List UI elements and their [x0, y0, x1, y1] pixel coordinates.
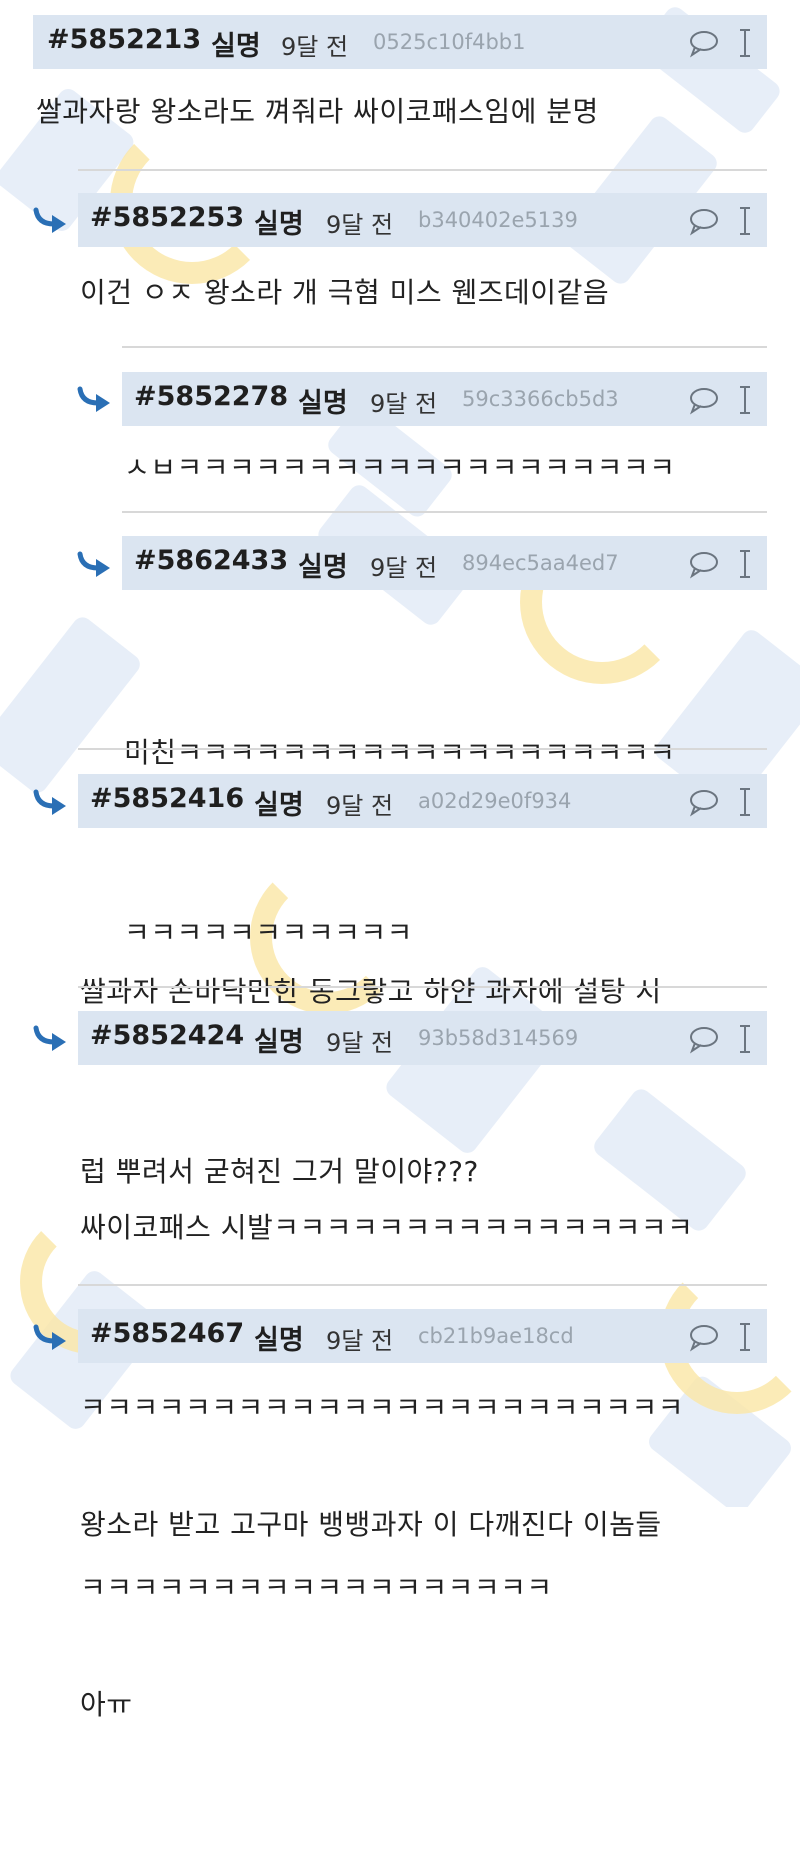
comment-actions [689, 1025, 750, 1054]
reply-arrow-icon [33, 1324, 66, 1350]
comment-actions [689, 386, 750, 415]
comment-hash: cb21b9ae18cd [418, 1324, 574, 1348]
divider [78, 1284, 767, 1286]
comment-author: 실명 [254, 790, 304, 821]
comment-hash: 894ec5aa4ed7 [462, 551, 619, 575]
text-cursor-icon[interactable] [740, 1025, 750, 1053]
comment-number[interactable]: #5862433 [134, 545, 288, 576]
comment-number[interactable]: #5852278 [134, 381, 288, 412]
text-cursor-icon[interactable] [740, 386, 750, 414]
comment-actions [689, 29, 750, 58]
text-cursor-icon[interactable] [740, 1323, 750, 1351]
comment-body: 왕소라 받고 고구마 뱅뱅과자 이 다깨진다 이놈들 아ㅠ [80, 1375, 662, 1855]
comment-number[interactable]: #5852213 [47, 24, 201, 55]
comment-author: 실명 [298, 388, 348, 419]
comment-line: 왕소라 받고 고구마 뱅뱅과자 이 다깨진다 이놈들 [80, 1508, 662, 1541]
reply-arrow-icon [33, 1025, 66, 1051]
comment-author: 실명 [254, 1325, 304, 1356]
comment-hash: 0525c10f4bb1 [373, 30, 526, 54]
comment-line: 쌀과자랑 왕소라도 껴줘라 싸이코패스임에 분명 [36, 95, 599, 128]
text-cursor-icon[interactable] [740, 207, 750, 235]
comment-time: 9달 전 [281, 33, 349, 61]
speech-bubble-icon[interactable] [689, 31, 718, 58]
divider [78, 748, 767, 750]
comment-author: 실명 [298, 552, 348, 583]
speech-bubble-icon[interactable] [689, 209, 718, 236]
divider [78, 169, 767, 171]
comment-time: 9달 전 [326, 792, 394, 820]
comment-hash: a02d29e0f934 [418, 789, 572, 813]
comment-header: #5852278 실명 9달 전 59c3366cb5d3 [122, 372, 767, 426]
comment-line: 아ㅠ [80, 1688, 133, 1721]
comment-hash: 59c3366cb5d3 [462, 387, 619, 411]
speech-bubble-icon[interactable] [689, 552, 718, 579]
comment-header: #5852416 실명 9달 전 a02d29e0f934 [78, 774, 767, 828]
divider [78, 986, 767, 988]
comment-number[interactable]: #5852424 [90, 1020, 244, 1051]
reply-arrow-icon [33, 207, 66, 233]
comment-time: 9달 전 [370, 390, 438, 418]
comment-time: 9달 전 [326, 1029, 394, 1057]
divider [122, 346, 767, 348]
comment-hash: b340402e5139 [418, 208, 578, 232]
comment-actions [689, 788, 750, 817]
comment-time: 9달 전 [326, 1327, 394, 1355]
comment-author: 실명 [254, 1027, 304, 1058]
comment-number[interactable]: #5852416 [90, 783, 244, 814]
divider [122, 511, 767, 513]
comment-actions [689, 207, 750, 236]
comment-time: 9달 전 [370, 554, 438, 582]
comment-line: ㅅㅂㅋㅋㅋㅋㅋㅋㅋㅋㅋㅋㅋㅋㅋㅋㅋㅋㅋㅋㅋ [124, 451, 676, 484]
text-cursor-icon[interactable] [740, 788, 750, 816]
speech-bubble-icon[interactable] [689, 388, 718, 415]
comment-body: 쌀과자랑 왕소라도 껴줘라 싸이코패스임에 분명 [36, 82, 599, 142]
comment-header: #5852213 실명 9달 전 0525c10f4bb1 [33, 15, 767, 69]
comment-header: #5852467 실명 9달 전 cb21b9ae18cd [78, 1309, 767, 1363]
text-cursor-icon[interactable] [740, 29, 750, 57]
comment-actions [689, 550, 750, 579]
comment-header: #5862433 실명 9달 전 894ec5aa4ed7 [122, 536, 767, 590]
comment-time: 9달 전 [326, 211, 394, 239]
comment-hash: 93b58d314569 [418, 1026, 579, 1050]
reply-arrow-icon [77, 386, 110, 412]
comment-header: #5852253 실명 9달 전 b340402e5139 [78, 193, 767, 247]
comment-author: 실명 [254, 209, 304, 240]
reply-arrow-icon [77, 551, 110, 577]
speech-bubble-icon[interactable] [689, 1325, 718, 1352]
comment-header: #5852424 실명 9달 전 93b58d314569 [78, 1011, 767, 1065]
comment-body: ㅅㅂㅋㅋㅋㅋㅋㅋㅋㅋㅋㅋㅋㅋㅋㅋㅋㅋㅋㅋㅋ [124, 438, 675, 498]
text-cursor-icon[interactable] [740, 550, 750, 578]
speech-bubble-icon[interactable] [689, 790, 718, 817]
comment-line: 싸이코패스 시발ㅋㅋㅋㅋㅋㅋㅋㅋㅋㅋㅋㅋㅋㅋㅋㅋ [80, 1211, 694, 1244]
comment-number[interactable]: #5852253 [90, 202, 244, 233]
comment-body: 이건 ㅇㅈ 왕소라 개 극혐 미스 웬즈데이같음 [80, 263, 609, 323]
reply-arrow-icon [33, 789, 66, 815]
comment-author: 실명 [211, 31, 261, 62]
speech-bubble-icon[interactable] [689, 1027, 718, 1054]
comment-number[interactable]: #5852467 [90, 1318, 244, 1349]
comment-actions [689, 1323, 750, 1352]
comment-line: 이건 ㅇㅈ 왕소라 개 극혐 미스 웬즈데이같음 [80, 276, 610, 309]
